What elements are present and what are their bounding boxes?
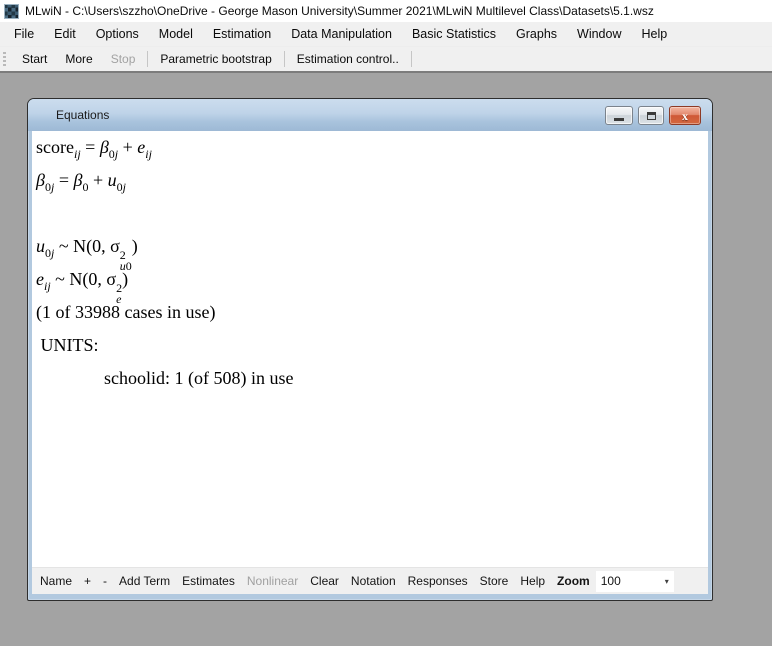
app-title: MLwiN - C:\Users\szzho\OneDrive - George… [25, 4, 654, 18]
toolbar-grip-icon[interactable] [3, 52, 6, 67]
zoom-select[interactable]: 100 ▾ [596, 571, 674, 592]
menu-help[interactable]: Help [632, 23, 678, 45]
equations-titlebar[interactable]: Equations x [28, 99, 712, 131]
close-icon: x [682, 110, 688, 122]
name-button[interactable]: Name [34, 574, 78, 588]
menubar: File Edit Options Model Estimation Data … [0, 22, 772, 47]
menu-options[interactable]: Options [86, 23, 149, 45]
equation-line [36, 197, 708, 230]
more-button[interactable]: More [56, 49, 101, 69]
equation-line: (1 of 33988 cases in use) [36, 296, 708, 329]
store-button[interactable]: Store [474, 574, 515, 588]
help-button[interactable]: Help [514, 574, 551, 588]
equation-line: schoolid: 1 (of 508) in use [36, 362, 708, 395]
start-button[interactable]: Start [13, 49, 56, 69]
menu-edit[interactable]: Edit [44, 23, 86, 45]
equations-display[interactable]: scoreij = β0j + eijβ0j = β0 + u0j u0j ~ … [32, 131, 708, 567]
toolbar-separator [147, 51, 148, 67]
equations-toolbar: Name + - Add Term Estimates Nonlinear Cl… [32, 567, 708, 594]
menu-file[interactable]: File [4, 23, 44, 45]
menu-estimation[interactable]: Estimation [203, 23, 281, 45]
zoom-label: Zoom [551, 574, 594, 588]
toolbar: Start More Stop Parametric bootstrap Est… [0, 47, 772, 71]
equations-window-title: Equations [56, 108, 109, 122]
estimates-button[interactable]: Estimates [176, 574, 241, 588]
nonlinear-button[interactable]: Nonlinear [241, 574, 304, 588]
equations-window: Equations x scoreij = β0j + eijβ0j = β0 … [27, 98, 713, 601]
menu-graphs[interactable]: Graphs [506, 23, 567, 45]
equation-line: scoreij = β0j + eij [36, 131, 708, 164]
equation-line: UNITS: [36, 329, 708, 362]
chevron-down-icon: ▾ [665, 577, 669, 586]
maximize-icon [647, 112, 656, 120]
equation-line: u0j ~ N(0, σ2u0) [36, 230, 708, 263]
app-icon [4, 4, 19, 19]
responses-button[interactable]: Responses [402, 574, 474, 588]
equation-line: eij ~ N(0, σ2e) [36, 263, 708, 296]
notation-button[interactable]: Notation [345, 574, 402, 588]
minimize-button[interactable] [605, 106, 633, 125]
mlwin-window: MLwiN - C:\Users\szzho\OneDrive - George… [0, 0, 772, 644]
zoom-value: 100 [601, 574, 621, 588]
close-button[interactable]: x [669, 106, 701, 125]
app-titlebar[interactable]: MLwiN - C:\Users\szzho\OneDrive - George… [0, 0, 772, 22]
minimize-icon [614, 118, 624, 121]
menu-window[interactable]: Window [567, 23, 631, 45]
equations-body: scoreij = β0j + eijβ0j = β0 + u0j u0j ~ … [32, 131, 708, 594]
menu-basic-statistics[interactable]: Basic Statistics [402, 23, 506, 45]
menu-data-manipulation[interactable]: Data Manipulation [281, 23, 402, 45]
parametric-bootstrap-button[interactable]: Parametric bootstrap [151, 49, 280, 69]
maximize-button[interactable] [638, 106, 664, 125]
menu-model[interactable]: Model [149, 23, 203, 45]
toolbar-separator [411, 51, 412, 67]
mdi-workspace: Equations x scoreij = β0j + eijβ0j = β0 … [0, 71, 772, 644]
add-button[interactable]: + [78, 574, 97, 588]
toolbar-separator [284, 51, 285, 67]
clear-button[interactable]: Clear [304, 574, 345, 588]
equation-line: β0j = β0 + u0j [36, 164, 708, 197]
estimation-control-button[interactable]: Estimation control.. [288, 49, 408, 69]
remove-button[interactable]: - [97, 574, 113, 588]
stop-button[interactable]: Stop [102, 49, 145, 69]
caption-buttons: x [605, 106, 701, 125]
add-term-button[interactable]: Add Term [113, 574, 176, 588]
